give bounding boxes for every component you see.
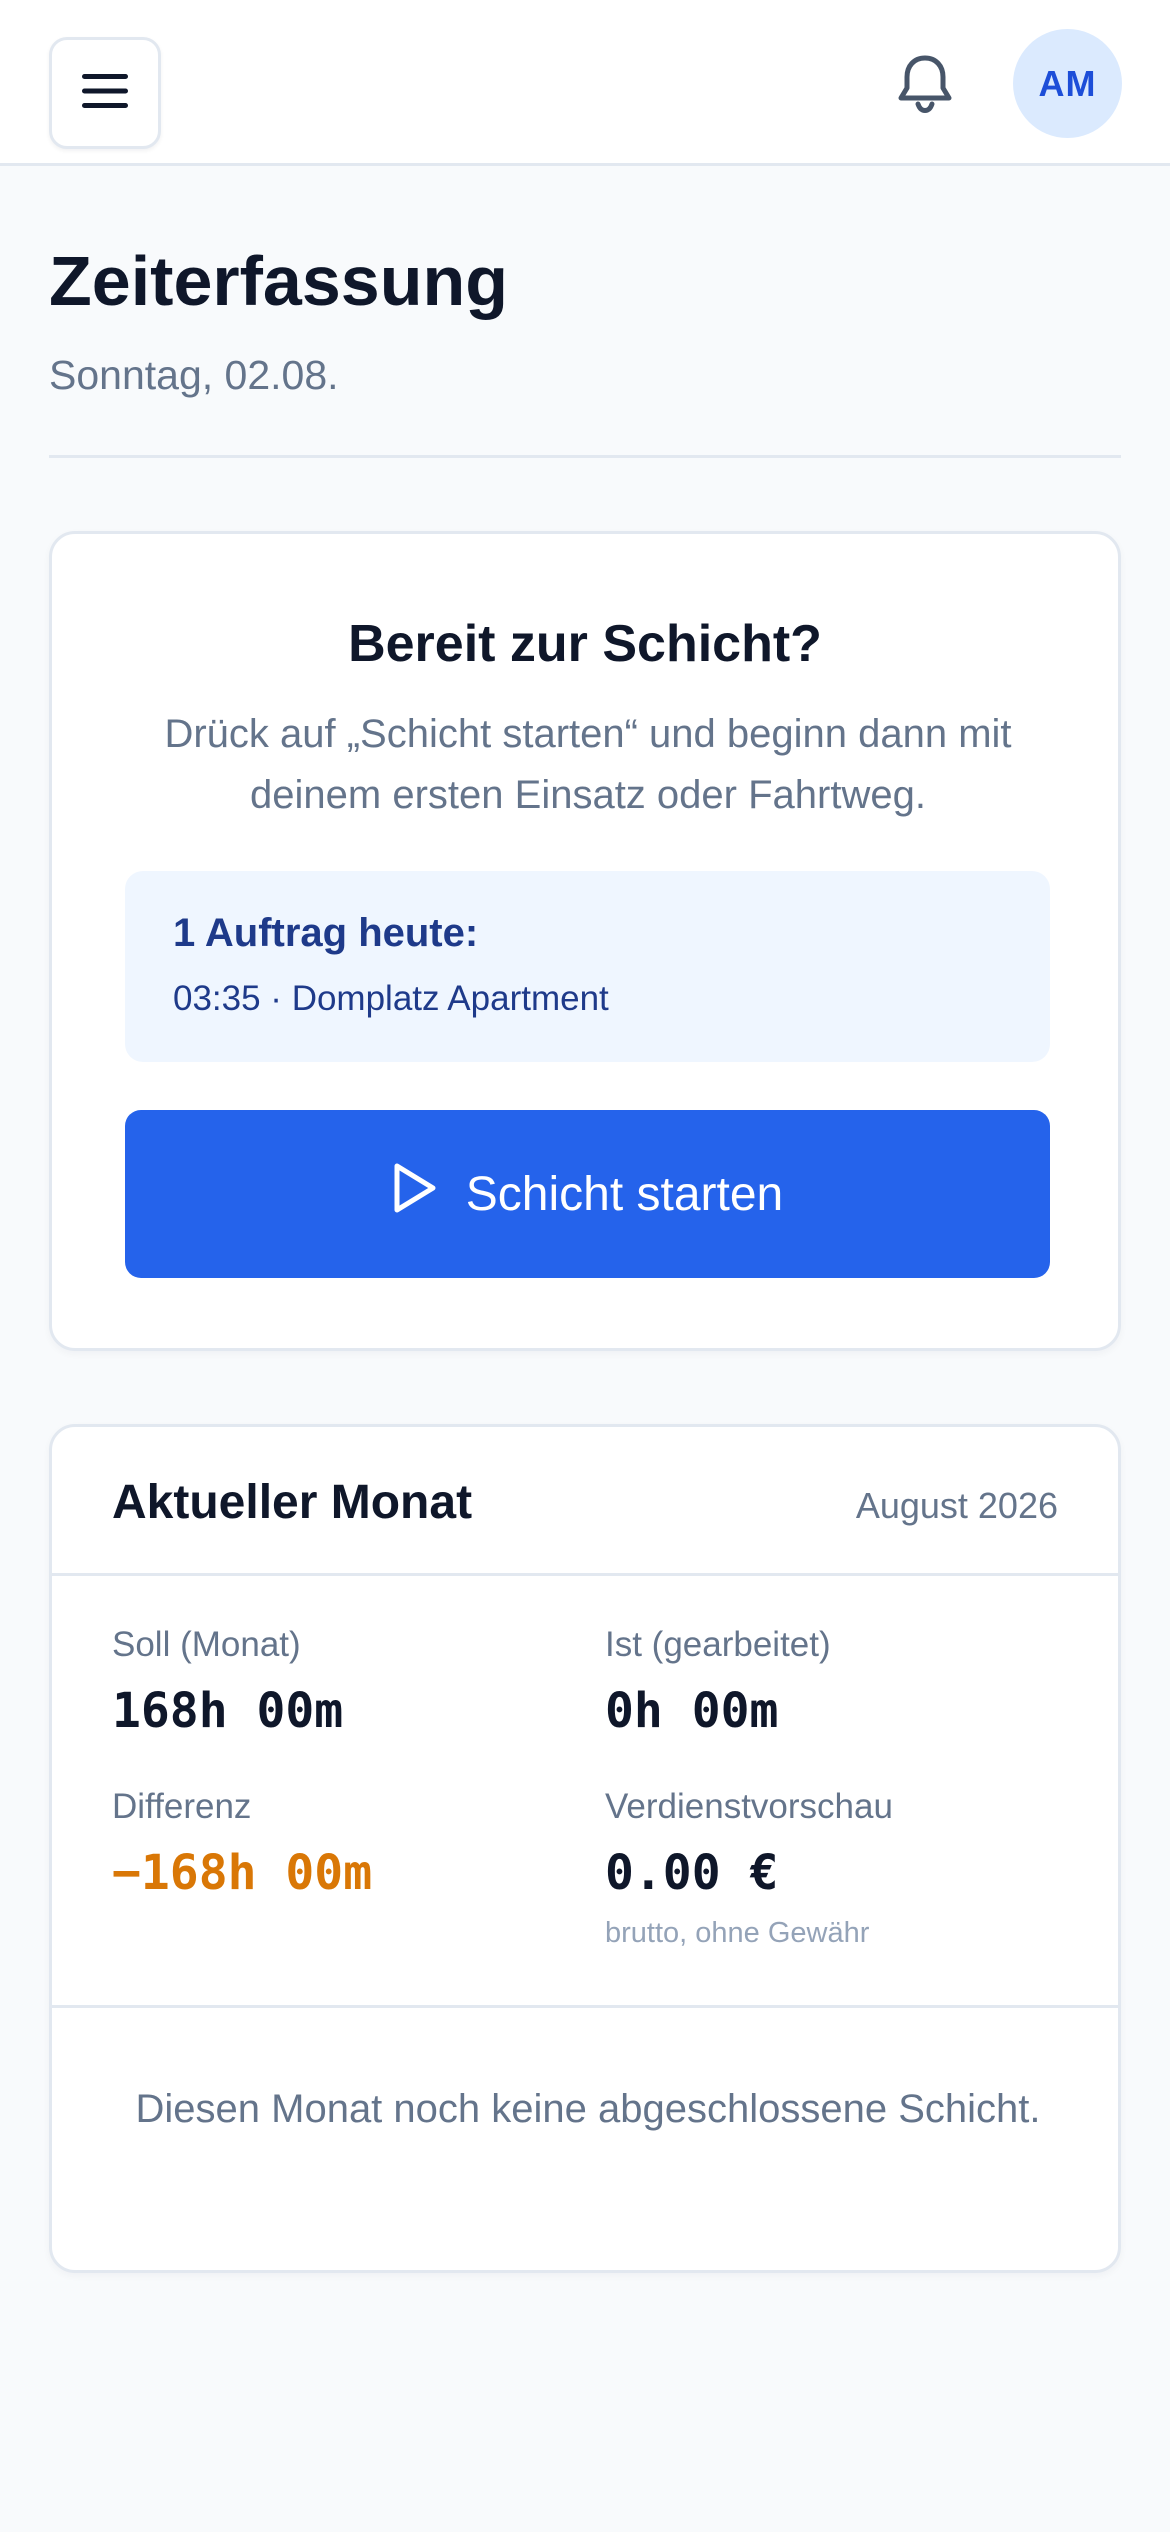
earnings-note: brutto, ohne Gewähr <box>605 1917 870 1949</box>
start-shift-label: Schicht starten <box>465 1167 784 1221</box>
job-list-item: 03:35 · Domplatz Apartment <box>173 979 609 1018</box>
difference-label: Differenz <box>112 1787 252 1826</box>
earnings-preview-label: Verdienstvorschau <box>605 1787 893 1826</box>
top-bar: AM <box>0 0 1170 166</box>
month-card-divider <box>52 2005 1118 2008</box>
target-hours-value: 168h 00m <box>112 1683 344 1739</box>
todays-jobs-box: 1 Auftrag heute: 03:35 · Domplatz Apartm… <box>125 871 1050 1062</box>
user-avatar[interactable]: AM <box>1013 29 1122 138</box>
earnings-preview-value: 0.00 € <box>605 1845 779 1901</box>
shift-card-title: Bereit zur Schicht? <box>348 615 822 673</box>
actual-hours-value: 0h 00m <box>605 1683 779 1739</box>
month-card-header: Aktueller Monat August 2026 <box>52 1427 1118 1576</box>
notifications-button[interactable] <box>885 45 965 125</box>
month-name: August 2026 <box>855 1485 1058 1526</box>
page-title: Zeiterfassung <box>49 242 508 320</box>
shift-start-card: Bereit zur Schicht? Drück auf „Schicht s… <box>49 531 1121 1351</box>
todays-jobs-title: 1 Auftrag heute: <box>173 911 479 955</box>
month-card-title: Aktueller Monat <box>112 1476 473 1529</box>
target-hours-label: Soll (Monat) <box>112 1625 301 1664</box>
header-divider <box>49 455 1121 458</box>
difference-value: −168h 00m <box>112 1845 373 1901</box>
page-date: Sonntag, 02.08. <box>49 352 339 398</box>
shift-card-description: Drück auf „Schicht starten“ und beginn d… <box>164 712 1012 817</box>
start-shift-button[interactable]: Schicht starten <box>125 1110 1050 1278</box>
empty-state-text: Diesen Monat noch keine abgeschlossene S… <box>135 2087 1041 2131</box>
current-month-card: Aktueller Monat August 2026 Soll (Monat)… <box>49 1424 1121 2273</box>
bell-icon <box>897 52 953 119</box>
play-icon <box>392 1162 438 1226</box>
menu-button[interactable] <box>49 37 161 149</box>
menu-icon <box>82 71 128 116</box>
actual-hours-label: Ist (gearbeitet) <box>605 1625 831 1664</box>
